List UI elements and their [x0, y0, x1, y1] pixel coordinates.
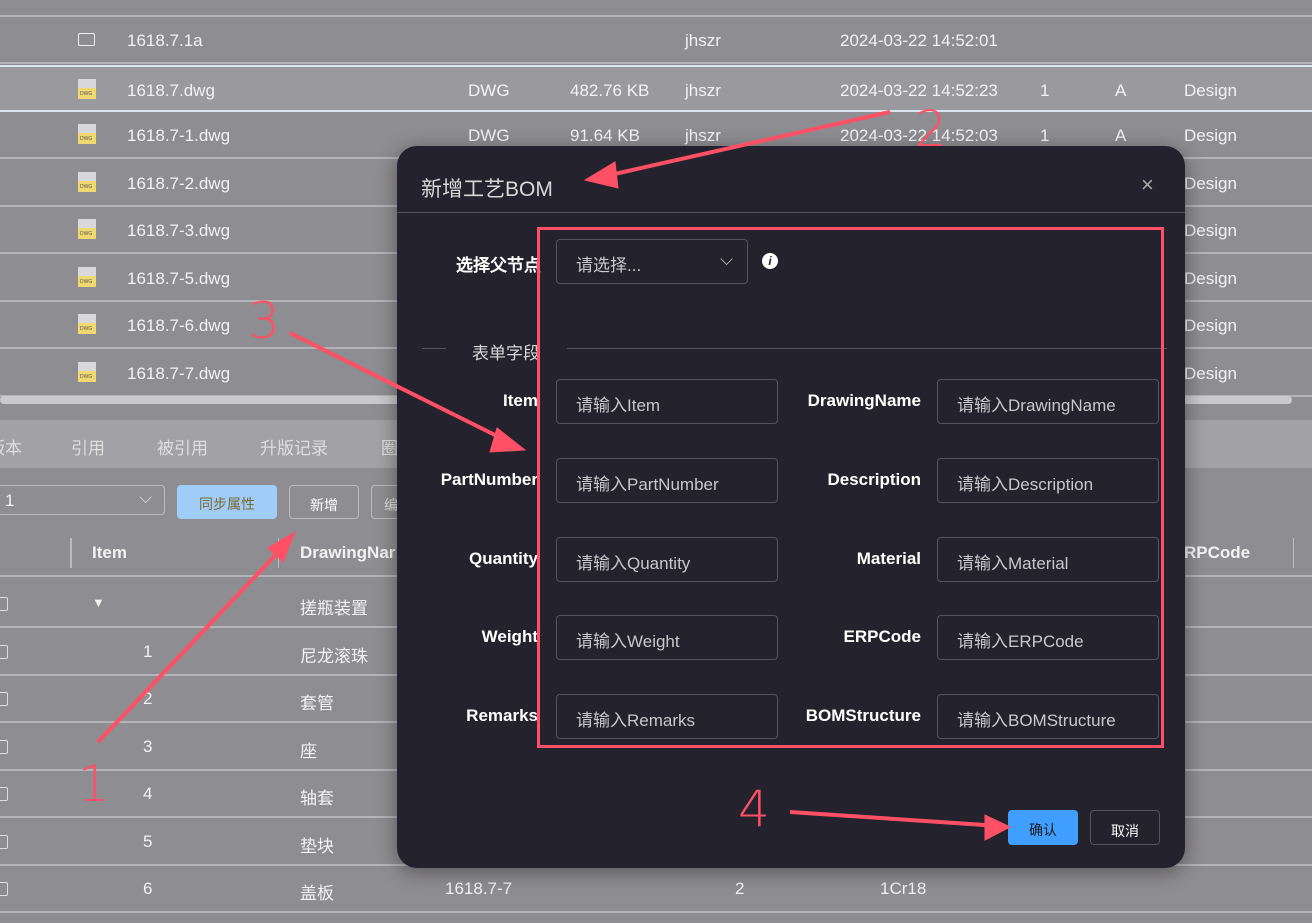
arrow-3	[289, 331, 506, 442]
annotation-1: 1	[78, 755, 110, 813]
arrow-2-head	[583, 161, 619, 189]
annotation-2: 2	[915, 100, 947, 158]
annotation-arrows	[96, 110, 1012, 841]
arrow-3-head	[489, 427, 527, 453]
annotation-3: 3	[248, 292, 280, 350]
arrow-2	[609, 110, 891, 177]
arrow-4-head	[984, 814, 1012, 841]
arrow-1	[96, 543, 287, 744]
annotation-4: 4	[738, 780, 770, 838]
arrow-4	[789, 810, 1001, 828]
